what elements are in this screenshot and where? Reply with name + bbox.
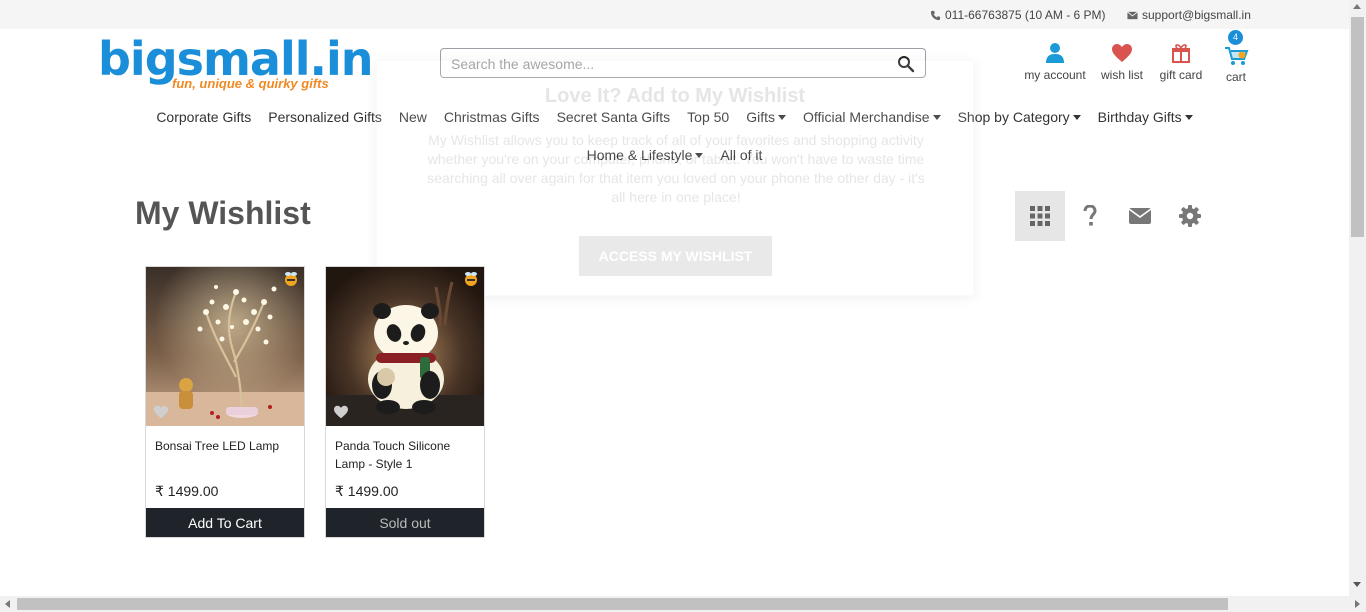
wishlist-link[interactable]: wish list (1098, 42, 1146, 82)
product-image-bonsai-lamp[interactable] (146, 267, 304, 426)
wishlist-intro-popup: Love It? Add to My Wishlist My Wishlist … (376, 60, 974, 296)
heart-icon[interactable] (333, 405, 349, 419)
product-name[interactable]: Bonsai Tree LED Lamp (155, 437, 295, 455)
cart-link[interactable]: 4 cart (1218, 30, 1254, 84)
caret-down-icon (1184, 114, 1193, 120)
nav-label: Birthday Gifts (1097, 109, 1182, 125)
logo-tagline: fun, unique & quirky gifts (172, 76, 329, 91)
top-contact-bar: 011-66763875 (10 AM - 6 PM) support@bigs… (0, 0, 1349, 29)
panda-lamp-photo (326, 267, 484, 426)
nav-personalized-gifts[interactable]: Personalized Gifts (268, 109, 382, 125)
bee-badge-icon (465, 272, 477, 286)
product-price: ₹ 1499.00 (335, 483, 399, 499)
bonsai-lamp-photo (146, 267, 304, 426)
nav-birthday-gifts[interactable]: Birthday Gifts (1098, 109, 1193, 125)
nav-label: Shop by Category (957, 109, 1070, 125)
sold-out-button: Sold out (326, 508, 484, 537)
support-phone: 011-66763875 (10 AM - 6 PM) (930, 8, 1106, 22)
scroll-up-arrow-icon[interactable] (1353, 4, 1361, 9)
grid-view-button[interactable] (1015, 191, 1065, 241)
grid-icon (1030, 206, 1050, 226)
horizontal-scroll-thumb[interactable] (17, 598, 1228, 610)
cart-icon (1225, 47, 1249, 65)
add-to-cart-button[interactable]: Add To Cart (146, 508, 304, 537)
wishlist-toolbar (1015, 191, 1215, 241)
nav-corporate-gifts[interactable]: Corporate Gifts (156, 109, 251, 125)
help-button[interactable] (1065, 191, 1115, 241)
gear-icon (1179, 205, 1201, 227)
product-image-panda-lamp[interactable] (326, 267, 484, 426)
gift-card-label: gift card (1159, 68, 1203, 82)
vertical-scrollbar[interactable] (1349, 0, 1366, 596)
wishlist-product-card: Bonsai Tree LED Lamp ₹ 1499.00 Add To Ca… (145, 266, 305, 538)
nav-label: Corporate Gifts (156, 109, 252, 125)
popup-description: My Wishlist allows you to keep track of … (427, 132, 925, 205)
my-account-label: my account (1024, 68, 1086, 82)
vertical-scroll-thumb[interactable] (1351, 17, 1364, 237)
gift-icon (1172, 44, 1190, 63)
wishlist-label: wish list (1100, 68, 1143, 82)
site-logo[interactable]: bigsmall.in fun, unique & quirky gifts (98, 32, 374, 94)
cart-label: cart (1225, 70, 1246, 84)
nav-shop-by-category[interactable]: Shop by Category (958, 109, 1081, 125)
access-wishlist-button[interactable]: ACCESS MY WISHLIST (579, 236, 772, 276)
email-wishlist-button[interactable] (1115, 191, 1165, 241)
heart-icon[interactable] (153, 405, 169, 419)
product-name[interactable]: Panda Touch Silicone Lamp - Style 1 (335, 437, 475, 473)
help-icon (1083, 205, 1097, 226)
user-icon (1046, 43, 1064, 63)
wishlist-product-card: Panda Touch Silicone Lamp - Style 1 ₹ 14… (325, 266, 485, 538)
horizontal-scrollbar[interactable] (0, 596, 1366, 612)
support-email-text[interactable]: support@bigsmall.in (1142, 8, 1251, 22)
my-account-link[interactable]: my account (1022, 42, 1088, 82)
scroll-down-arrow-icon[interactable] (1353, 582, 1361, 587)
phone-icon (930, 10, 941, 20)
page-title: My Wishlist (135, 195, 311, 231)
settings-button[interactable] (1165, 191, 1215, 241)
support-phone-text: 011-66763875 (10 AM - 6 PM) (945, 8, 1106, 22)
cart-count-badge: 4 (1228, 30, 1243, 45)
gift-card-link[interactable]: gift card (1156, 42, 1206, 82)
nav-label: Personalized Gifts (268, 109, 382, 125)
caret-down-icon (1072, 114, 1081, 120)
bee-badge-icon (285, 272, 297, 286)
support-email[interactable]: support@bigsmall.in (1127, 8, 1251, 22)
product-price: ₹ 1499.00 (155, 483, 219, 499)
envelope-icon (1127, 10, 1138, 19)
scroll-right-arrow-icon[interactable] (1355, 600, 1360, 608)
popup-title: Love It? Add to My Wishlist (544, 85, 806, 107)
scroll-left-arrow-icon[interactable] (5, 600, 10, 608)
envelope-icon (1129, 208, 1151, 224)
heart-icon (1112, 44, 1132, 62)
